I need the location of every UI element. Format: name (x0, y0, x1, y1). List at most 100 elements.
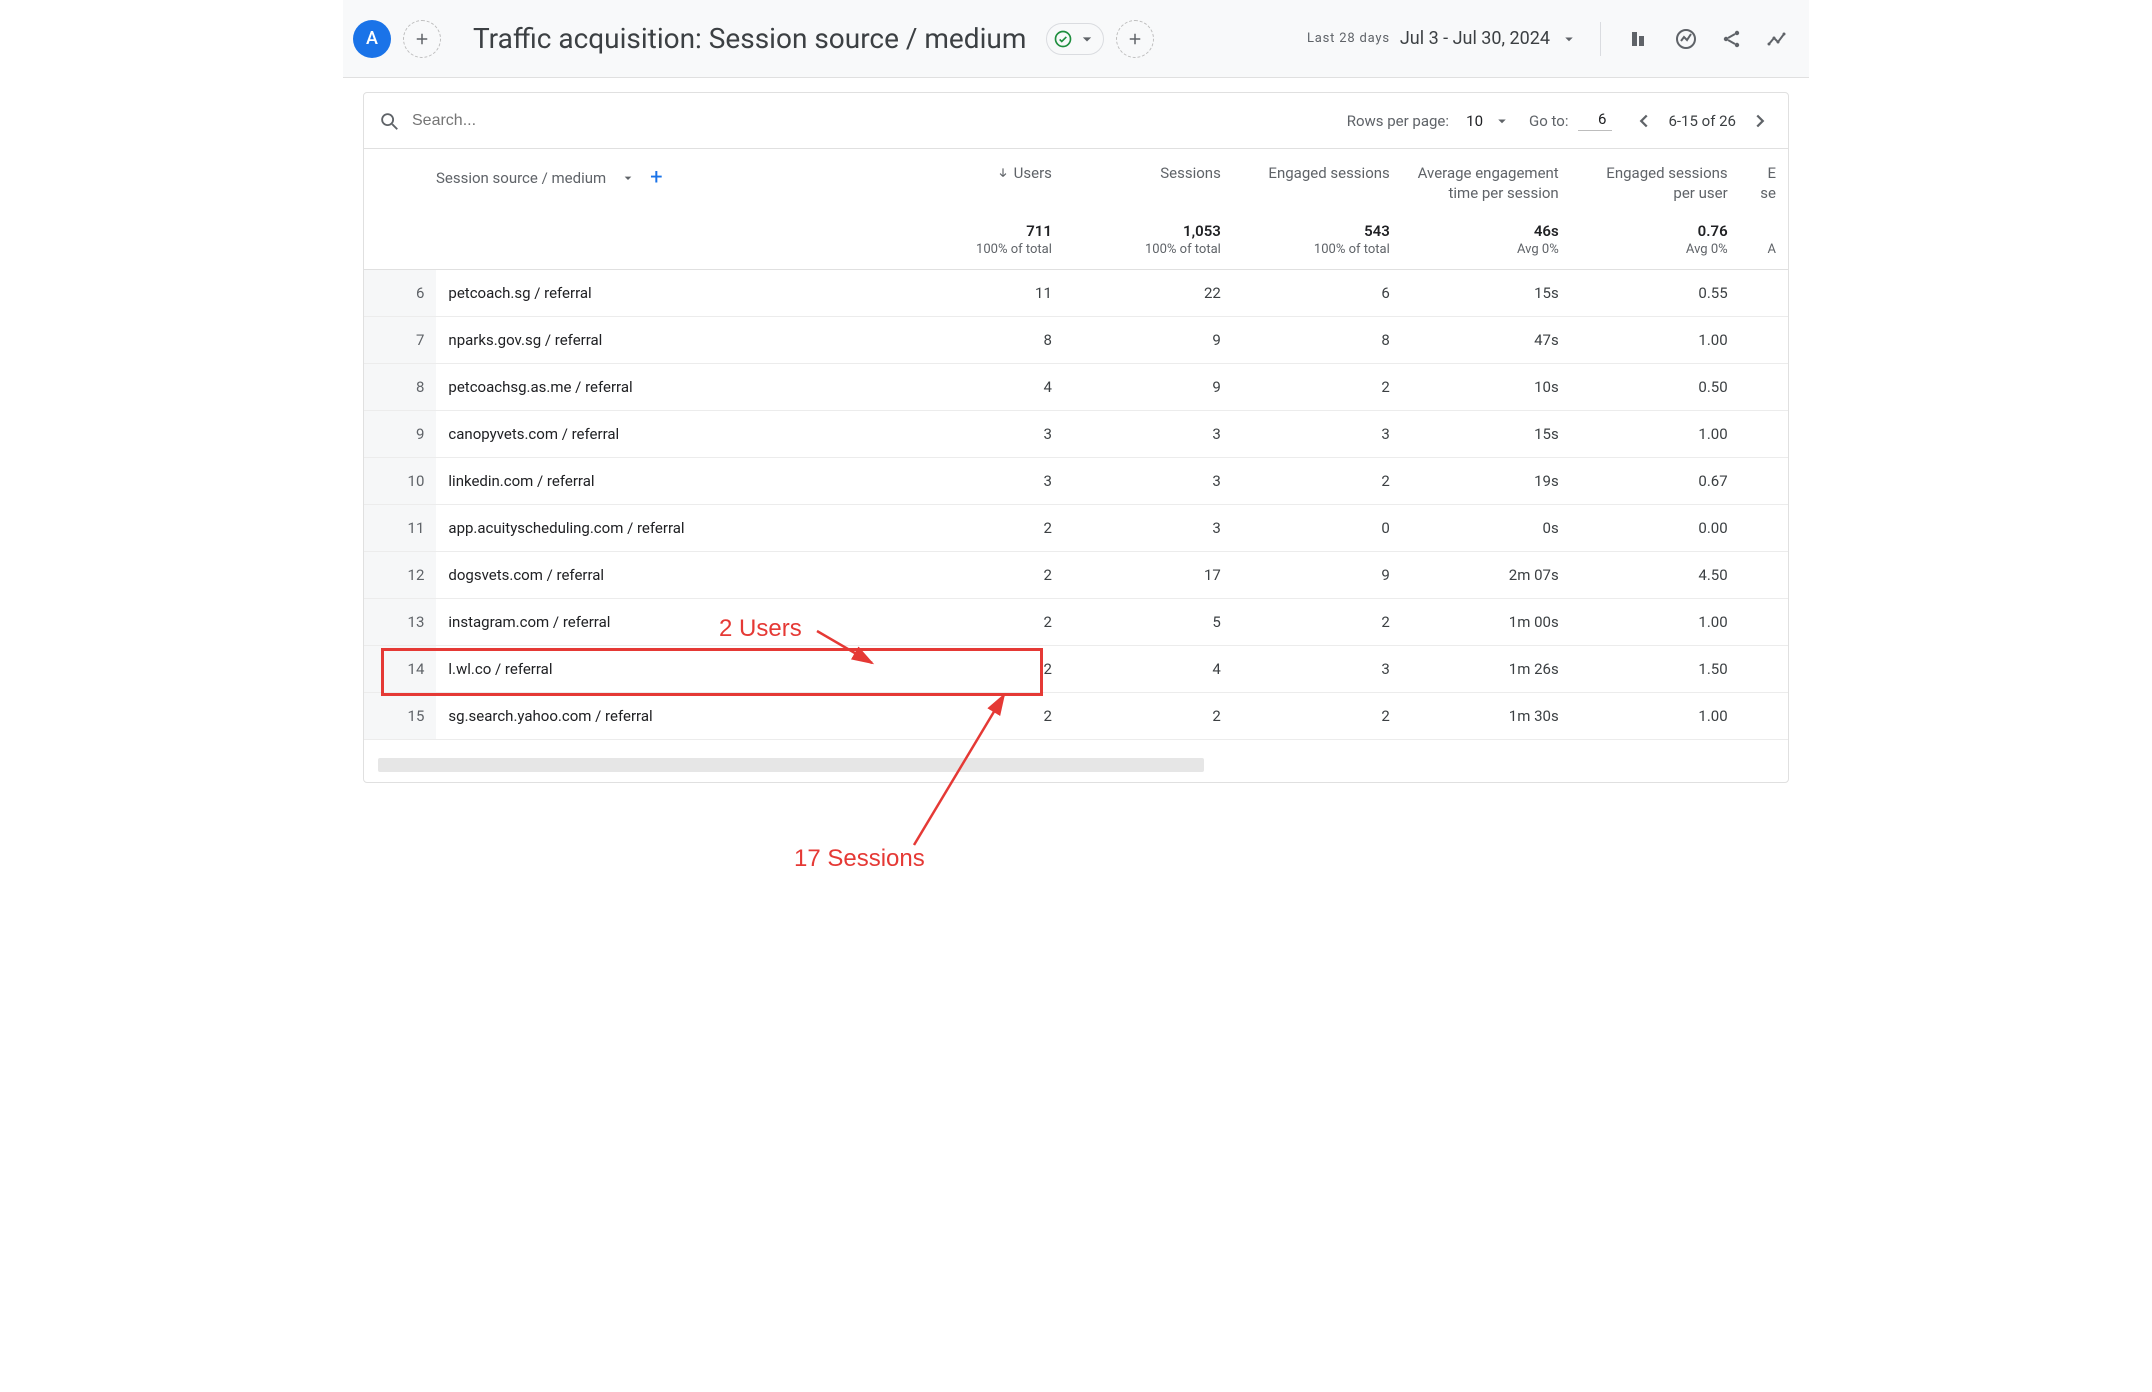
table-row[interactable]: 10linkedin.com / referral33219s0.67 (364, 457, 1788, 504)
row-dimension: sg.search.yahoo.com / referral (436, 692, 895, 739)
next-page-button[interactable] (1746, 107, 1774, 135)
row-epu: 0.67 (1571, 457, 1740, 504)
search-input[interactable] (410, 111, 630, 131)
prev-page-button[interactable] (1630, 107, 1658, 135)
row-epu: 1.50 (1571, 645, 1740, 692)
row-index: 12 (364, 551, 436, 598)
total-users: 711 (895, 212, 1064, 242)
row-users: 4 (895, 363, 1064, 410)
chevron-down-icon (1077, 29, 1097, 49)
row-dimension: dogsvets.com / referral (436, 551, 895, 598)
rows-per-page-value: 10 (1459, 112, 1483, 130)
row-dimension: canopyvets.com / referral (436, 410, 895, 457)
row-epu: 4.50 (1571, 551, 1740, 598)
row-users: 11 (895, 269, 1064, 316)
table-row[interactable]: 13instagram.com / referral2521m 00s1.00 (364, 598, 1788, 645)
row-index: 13 (364, 598, 436, 645)
row-users: 3 (895, 457, 1064, 504)
total-sessions: 1,053 (1064, 212, 1233, 242)
row-cut (1740, 363, 1788, 410)
page-range: 6-15 of 26 (1668, 112, 1736, 130)
table-row[interactable]: 14l.wl.co / referral2431m 26s1.50 (364, 645, 1788, 692)
row-index: 7 (364, 316, 436, 363)
row-dimension: l.wl.co / referral (436, 645, 895, 692)
horizontal-scrollbar[interactable] (378, 758, 1204, 772)
row-avg: 19s (1402, 457, 1571, 504)
row-engaged: 0 (1233, 504, 1402, 551)
col-users[interactable]: Users (895, 149, 1064, 212)
rows-per-page[interactable]: Rows per page: 10 (1347, 112, 1511, 130)
share-button[interactable] (1715, 22, 1749, 56)
add-filter-button[interactable] (1116, 20, 1154, 58)
row-dimension: petcoachsg.as.me / referral (436, 363, 895, 410)
row-engaged: 9 (1233, 551, 1402, 598)
col-sessions[interactable]: Sessions (1064, 149, 1233, 212)
row-dimension: nparks.gov.sg / referral (436, 316, 895, 363)
row-epu: 1.00 (1571, 316, 1740, 363)
chevron-down-icon (1493, 112, 1511, 130)
row-epu: 0.50 (1571, 363, 1740, 410)
table-row[interactable]: 12dogsvets.com / referral21792m 07s4.50 (364, 551, 1788, 598)
top-bar: A Traffic acquisition: Session source / … (343, 0, 1809, 78)
row-epu: 0.55 (1571, 269, 1740, 316)
row-avg: 15s (1402, 269, 1571, 316)
add-comparison-button[interactable] (403, 20, 441, 58)
total-engaged: 543 (1233, 212, 1402, 242)
insights-button[interactable] (1669, 22, 1703, 56)
annotation-sessions-label: 17 Sessions (794, 845, 925, 873)
row-avg: 2m 07s (1402, 551, 1571, 598)
col-engaged-per-user[interactable]: Engaged sessions per user (1571, 149, 1740, 212)
row-engaged: 8 (1233, 316, 1402, 363)
total-epu: 0.76 (1571, 212, 1740, 242)
table-row[interactable]: 9canopyvets.com / referral33315s1.00 (364, 410, 1788, 457)
row-index: 10 (364, 457, 436, 504)
row-dimension: petcoach.sg / referral (436, 269, 895, 316)
row-engaged: 2 (1233, 363, 1402, 410)
row-epu: 1.00 (1571, 410, 1740, 457)
total-avg: 46s (1402, 212, 1571, 242)
go-to-page[interactable]: Go to: 6 (1529, 110, 1612, 131)
row-sessions: 5 (1064, 598, 1233, 645)
col-cut[interactable]: E se (1740, 149, 1788, 212)
col-avg-engagement[interactable]: Average engagement time per session (1402, 149, 1571, 212)
table-row[interactable]: 15sg.search.yahoo.com / referral2221m 30… (364, 692, 1788, 739)
row-epu: 1.00 (1571, 692, 1740, 739)
row-avg: 10s (1402, 363, 1571, 410)
row-sessions: 9 (1064, 363, 1233, 410)
table-row[interactable]: 11app.acuityscheduling.com / referral230… (364, 504, 1788, 551)
row-dimension: app.acuityscheduling.com / referral (436, 504, 895, 551)
row-avg: 0s (1402, 504, 1571, 551)
row-cut (1740, 692, 1788, 739)
row-sessions: 3 (1064, 504, 1233, 551)
row-engaged: 2 (1233, 692, 1402, 739)
bar-chart-icon (1628, 27, 1652, 51)
row-sessions: 22 (1064, 269, 1233, 316)
table-row[interactable]: 6petcoach.sg / referral1122615s0.55 (364, 269, 1788, 316)
chevron-down-icon (620, 170, 636, 186)
row-sessions: 2 (1064, 692, 1233, 739)
table-toolbar: Rows per page: 10 Go to: 6 6-15 of 26 (364, 93, 1788, 149)
avatar[interactable]: A (353, 20, 391, 58)
row-index: 6 (364, 269, 436, 316)
row-dimension: linkedin.com / referral (436, 457, 895, 504)
go-to-label: Go to: (1529, 112, 1568, 130)
dimension-label: Session source / medium (436, 168, 606, 188)
table-row[interactable]: 8petcoachsg.as.me / referral49210s0.50 (364, 363, 1788, 410)
compare-button[interactable] (1623, 22, 1657, 56)
add-dimension-button[interactable]: + (650, 163, 662, 193)
date-range-picker[interactable]: Last 28 days Jul 3 - Jul 30, 2024 (1307, 28, 1578, 49)
totals-sub-row: 100% of total 100% of total 100% of tota… (364, 242, 1788, 270)
row-index: 14 (364, 645, 436, 692)
row-cut (1740, 551, 1788, 598)
totals-row: 711 1,053 543 46s 0.76 (364, 212, 1788, 242)
row-epu: 1.00 (1571, 598, 1740, 645)
trend-button[interactable] (1761, 22, 1795, 56)
arrow-down-icon (996, 166, 1010, 180)
row-index: 15 (364, 692, 436, 739)
row-dimension: instagram.com / referral (436, 598, 895, 645)
row-index: 8 (364, 363, 436, 410)
col-engaged[interactable]: Engaged sessions (1233, 149, 1402, 212)
verified-dropdown[interactable] (1046, 23, 1104, 55)
table-row[interactable]: 7nparks.gov.sg / referral89847s1.00 (364, 316, 1788, 363)
dimension-header[interactable]: Session source / medium + (364, 149, 895, 212)
